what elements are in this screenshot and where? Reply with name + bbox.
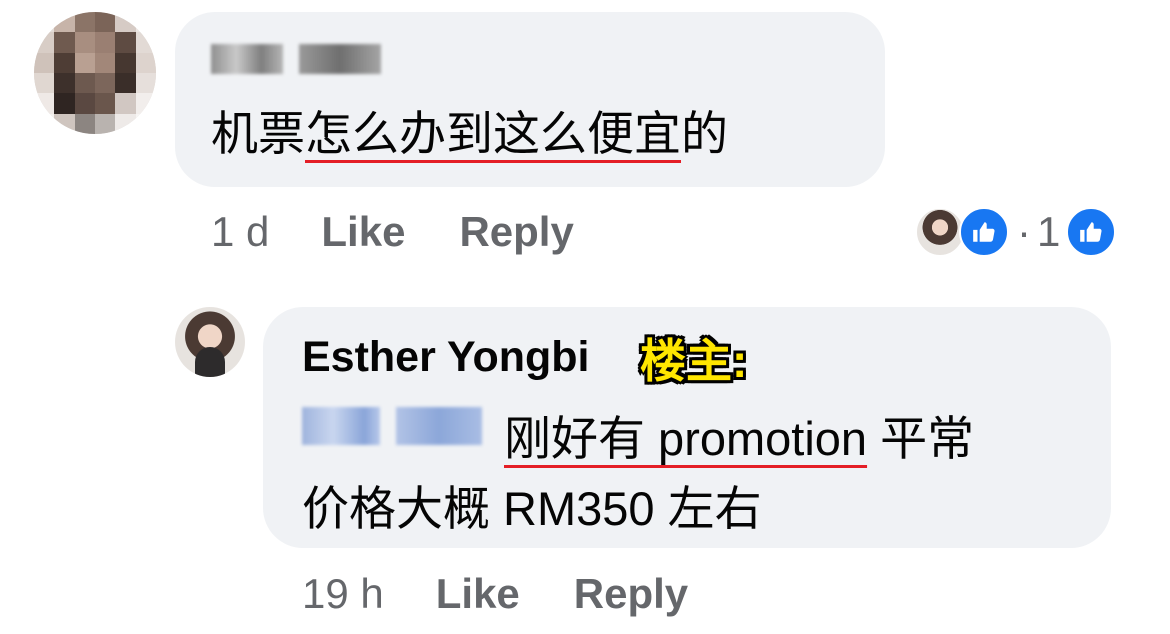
like-button[interactable]: Like xyxy=(436,570,520,618)
commenter-avatar-blurred[interactable] xyxy=(34,12,156,134)
reply-text-underlined: 刚好有 promotion xyxy=(504,412,868,465)
op-badge: 楼主: xyxy=(640,335,748,387)
blurred-first-name xyxy=(211,44,283,74)
like-thumb-icon xyxy=(959,207,1009,257)
like-button[interactable]: Like xyxy=(321,208,405,256)
blurred-last-name xyxy=(396,407,482,445)
reaction-count: 1 xyxy=(1037,208,1061,255)
reply-time[interactable]: 19 h xyxy=(302,570,384,618)
comment-text-underlined: 怎么办到这么便宜 xyxy=(305,107,681,160)
reply-button[interactable]: Reply xyxy=(459,208,573,256)
reply-text-line-1: 刚好有 promotion 平常 xyxy=(504,400,974,469)
comment-text-part: 机票 xyxy=(211,107,305,160)
comment-actions: 1 d Like Reply xyxy=(211,208,574,256)
mentioned-name-blurred[interactable] xyxy=(302,407,482,445)
reactor-avatar xyxy=(915,207,965,257)
reply-text-line-2: 价格大概 RM350 左右 xyxy=(302,482,762,535)
comment-thread: 机票怎么办到这么便宜的 1 d Like Reply · 1 Esther Yo… xyxy=(0,0,1170,634)
commenter-name-blurred[interactable] xyxy=(211,44,381,74)
esther-avatar[interactable] xyxy=(175,307,245,377)
reaction-separator: · xyxy=(1017,208,1031,255)
reply-author-name[interactable]: Esther Yongbi xyxy=(302,333,590,382)
reply-actions: 19 h Like Reply xyxy=(302,570,688,618)
comment-text-part: 的 xyxy=(681,107,728,160)
reply-button[interactable]: Reply xyxy=(574,570,688,618)
reply-text-part: 平常 xyxy=(867,412,975,465)
comment-text: 机票怎么办到这么便宜的 xyxy=(211,106,728,162)
reactions-summary[interactable]: · 1 xyxy=(915,207,1117,257)
blurred-first-name xyxy=(302,407,380,445)
comment-time[interactable]: 1 d xyxy=(211,208,269,256)
blurred-last-name xyxy=(299,44,381,74)
like-thumb-icon xyxy=(1066,207,1117,257)
